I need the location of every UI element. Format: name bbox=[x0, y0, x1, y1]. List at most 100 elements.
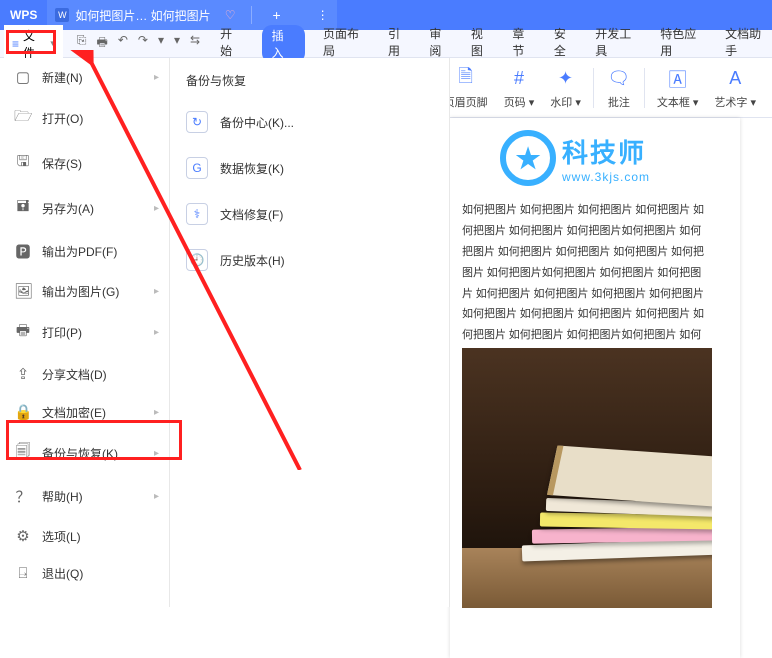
help-icon: ？ bbox=[14, 486, 32, 507]
pdf-icon: 🅿 bbox=[14, 241, 32, 262]
backup-center[interactable]: ↻备份中心(K)... bbox=[170, 99, 449, 145]
app-logo: WPS bbox=[0, 8, 47, 22]
backup-restore-submenu: 备份与恢复 ↻备份中心(K)... G数据恢复(K) ⚕文档修复(F) 🕘历史版… bbox=[170, 58, 450, 607]
file-menu-panel: ▢新建(N)▸ 🗁打开(O) 🖫保存(S) 🖬另存为(A)▸ 🅿输出为PDF(F… bbox=[0, 58, 170, 607]
headerfooter-icon: 🗎 bbox=[453, 66, 479, 92]
watermark-label: 水印 bbox=[550, 97, 572, 109]
file-option-label: 选项(L) bbox=[42, 528, 81, 545]
file-options[interactable]: ⚙选项(L) bbox=[0, 517, 169, 555]
pagenum-label: 页码 bbox=[504, 97, 526, 109]
chevron-down-icon: ▾ bbox=[50, 38, 55, 49]
print-icon: 🖶 bbox=[14, 320, 32, 345]
tab-ref[interactable]: 引用 bbox=[388, 25, 411, 63]
file-encrypt[interactable]: 🔒 文档加密(E) ▸ bbox=[0, 393, 169, 431]
comment-button[interactable]: 🗨批注 bbox=[606, 66, 632, 110]
chevron-right-icon: ▸ bbox=[154, 286, 159, 297]
new-icon: ▢ bbox=[14, 68, 32, 86]
favorite-icon[interactable]: ♡ bbox=[225, 8, 236, 22]
tab-dev[interactable]: 开发工具 bbox=[595, 25, 642, 63]
watermark-icon: ✦ bbox=[553, 66, 579, 92]
open-icon: 🗁 bbox=[14, 106, 32, 131]
doc-repair[interactable]: ⚕文档修复(F) bbox=[170, 191, 449, 237]
file-exit-label: 退出(Q) bbox=[42, 565, 83, 582]
document-canvas: ★ 科技师 www.3kjs.com 如何把图片 如何把图片 如何把图片 如何把… bbox=[450, 118, 768, 607]
file-backup-label: 备份与恢复(K) bbox=[42, 445, 118, 462]
tab-safe[interactable]: 安全 bbox=[554, 25, 577, 63]
wordart-icon: A bbox=[722, 66, 748, 92]
file-exit[interactable]: ⍈ 退出(Q) bbox=[0, 555, 169, 592]
qat-new-icon[interactable]: ⎘ bbox=[77, 33, 87, 54]
tab-view[interactable]: 视图 bbox=[471, 25, 494, 63]
hamburger-icon: ≡ bbox=[12, 37, 19, 51]
lock-icon: 🔒 bbox=[14, 403, 32, 421]
file-print[interactable]: 🖶打印(P)▸ bbox=[0, 310, 169, 355]
data-recovery-label: 数据恢复(K) bbox=[220, 160, 284, 177]
file-save[interactable]: 🖫保存(S) bbox=[0, 141, 169, 186]
ribbon-bar: ≡ 文件 ▾ ⎘ 🖶 ↶ ↷ ▾ ▾ ⇆ 开始 插入 页面布局 引用 审阅 视图… bbox=[0, 30, 772, 58]
file-help-label: 帮助(H) bbox=[42, 488, 83, 505]
divider bbox=[644, 68, 645, 108]
tab-review[interactable]: 审阅 bbox=[429, 25, 452, 63]
exit-icon: ⍈ bbox=[14, 565, 32, 582]
file-save-label: 保存(S) bbox=[42, 155, 82, 172]
file-saveas-label: 另存为(A) bbox=[42, 200, 94, 217]
page-number-button[interactable]: #页码 ▾ bbox=[504, 66, 535, 110]
tab-pictool[interactable]: 文档助手 bbox=[725, 25, 772, 63]
document-image[interactable] bbox=[462, 348, 712, 608]
chevron-right-icon: ▸ bbox=[154, 407, 159, 418]
history-versions[interactable]: 🕘历史版本(H) bbox=[170, 237, 449, 283]
textbox-label: 文本框 bbox=[657, 97, 690, 109]
file-saveas[interactable]: 🖬另存为(A)▸ bbox=[0, 186, 169, 231]
file-open[interactable]: 🗁 打开(O) bbox=[0, 96, 169, 141]
wordart-button[interactable]: A艺术字 ▾ bbox=[714, 66, 756, 110]
file-share[interactable]: ⇪分享文档(D) bbox=[0, 355, 169, 393]
qat-sep-icon: ⇆ bbox=[190, 33, 200, 54]
watermark-button[interactable]: ✦水印 ▾ bbox=[550, 66, 581, 110]
file-new[interactable]: ▢新建(N)▸ bbox=[0, 58, 169, 96]
file-export-pdf[interactable]: 🅿输出为PDF(F) bbox=[0, 231, 169, 272]
textbox-icon: 🄰 bbox=[665, 66, 691, 92]
tab-layout[interactable]: 页面布局 bbox=[323, 25, 370, 63]
pagenum-icon: # bbox=[506, 66, 532, 92]
qat-undo-icon[interactable]: ↶ bbox=[118, 33, 128, 54]
chevron-right-icon: ▸ bbox=[154, 203, 159, 214]
backup-icon: 🗐 bbox=[14, 441, 32, 466]
more-tabs-icon[interactable]: ⋮ bbox=[317, 8, 329, 22]
chevron-right-icon: ▸ bbox=[154, 72, 159, 83]
tab-insert[interactable]: 插入 bbox=[262, 25, 305, 63]
history-label: 历史版本(H) bbox=[220, 252, 285, 269]
file-export-image[interactable]: 🖼 输出为图片(G) ▸ bbox=[0, 272, 169, 310]
file-menu-button[interactable]: ≡ 文件 ▾ bbox=[4, 25, 63, 63]
chevron-right-icon: ▸ bbox=[154, 448, 159, 459]
quick-access-toolbar: ⎘ 🖶 ↶ ↷ ▾ ▾ ⇆ bbox=[67, 33, 210, 54]
data-recovery[interactable]: G数据恢复(K) bbox=[170, 145, 449, 191]
wordart-label: 艺术字 bbox=[714, 97, 747, 109]
tab-start[interactable]: 开始 bbox=[220, 25, 243, 63]
document-page[interactable]: ★ 科技师 www.3kjs.com 如何把图片 如何把图片 如何把图片 如何把… bbox=[450, 118, 740, 658]
image-icon: 🖼 bbox=[14, 282, 32, 300]
file-open-label: 打开(O) bbox=[42, 110, 83, 127]
file-img-label: 输出为图片(G) bbox=[42, 283, 119, 300]
doc-type-icon: W bbox=[55, 8, 69, 22]
qat-redo-icon[interactable]: ↷ bbox=[138, 33, 148, 54]
document-body-text[interactable]: 如何把图片 如何把图片 如何把图片 如何把图片 如何把图片 如何把图片 如何把图… bbox=[462, 200, 712, 367]
backup-center-label: 备份中心(K)... bbox=[220, 114, 294, 131]
textbox-button[interactable]: 🄰文本框 ▾ bbox=[657, 66, 699, 110]
chevron-right-icon: ▸ bbox=[154, 491, 159, 502]
file-share-label: 分享文档(D) bbox=[42, 366, 107, 383]
comment-icon: 🗨 bbox=[606, 66, 632, 92]
file-print-label: 打印(P) bbox=[42, 324, 82, 341]
submenu-title: 备份与恢复 bbox=[170, 72, 449, 99]
new-tab-button[interactable]: + bbox=[272, 7, 280, 23]
file-help[interactable]: ？ 帮助(H) ▸ bbox=[0, 476, 169, 517]
file-encrypt-label: 文档加密(E) bbox=[42, 404, 106, 421]
qat-more1-icon[interactable]: ▾ bbox=[158, 33, 164, 54]
tab-section[interactable]: 章节 bbox=[512, 25, 535, 63]
tab-divider bbox=[251, 6, 252, 24]
header-footer-button[interactable]: 🗎页眉页脚 bbox=[444, 66, 488, 110]
file-backup-restore[interactable]: 🗐 备份与恢复(K) ▸ bbox=[0, 431, 169, 476]
tab-cloud[interactable]: 特色应用 bbox=[660, 25, 707, 63]
qat-more2-icon[interactable]: ▾ bbox=[174, 33, 180, 54]
watermark-title: 科技师 bbox=[562, 133, 650, 170]
qat-print-icon[interactable]: 🖶 bbox=[97, 33, 108, 54]
